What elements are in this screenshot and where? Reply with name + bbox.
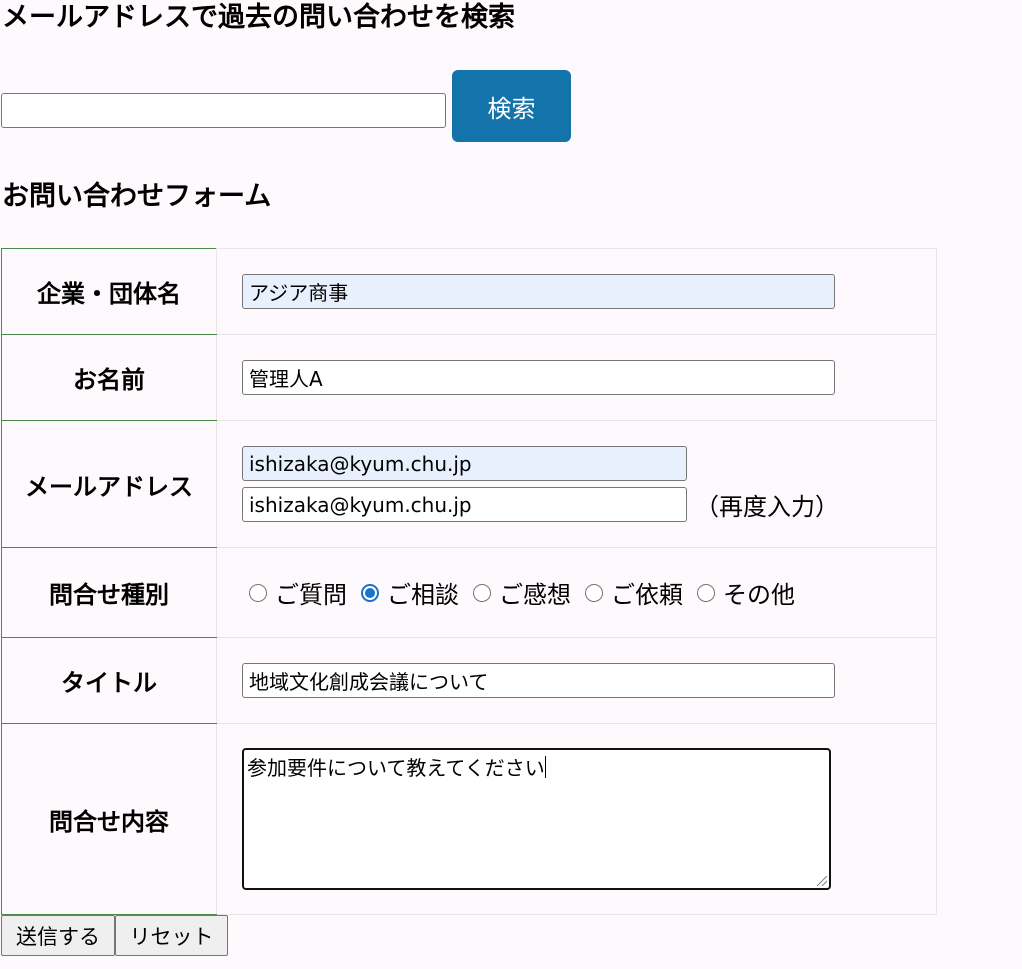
- email-input[interactable]: [242, 446, 687, 481]
- email-confirm-input[interactable]: [242, 487, 687, 522]
- radio-consultation[interactable]: [361, 583, 379, 602]
- radio-request-label: ご依頼: [611, 581, 683, 609]
- company-input[interactable]: [242, 274, 835, 309]
- type-option-consultation[interactable]: ご相談: [361, 575, 459, 610]
- company-label: 企業・団体名: [1, 248, 217, 335]
- search-button[interactable]: 検索: [452, 70, 571, 142]
- radio-feedback[interactable]: [473, 583, 491, 602]
- email-row: メールアドレス （再度入力）: [1, 420, 937, 548]
- radio-request[interactable]: [585, 583, 603, 602]
- submit-button[interactable]: 送信する: [1, 915, 115, 956]
- name-input[interactable]: [242, 360, 835, 395]
- type-option-request[interactable]: ご依頼: [585, 575, 683, 610]
- type-option-question[interactable]: ご質問: [249, 575, 347, 610]
- email-label: メールアドレス: [1, 420, 217, 548]
- email-cell: （再度入力）: [216, 420, 937, 548]
- search-email-input[interactable]: [1, 93, 446, 128]
- resize-grip-icon[interactable]: [817, 876, 827, 886]
- search-section-title: メールアドレスで過去の問い合わせを検索: [2, 2, 515, 33]
- name-cell: [216, 334, 937, 421]
- subject-cell: [216, 637, 937, 724]
- type-row: 問合せ種別 ご質問 ご相談 ご感想 ご依頼 その他: [1, 547, 937, 638]
- email-confirm-row: （再度入力）: [242, 487, 936, 522]
- form-title: お問い合わせフォーム: [2, 181, 272, 212]
- content-textarea[interactable]: 参加要件について教えてください: [242, 748, 831, 890]
- content-row: 問合せ内容 参加要件について教えてください: [1, 723, 937, 915]
- subject-row: タイトル: [1, 637, 937, 724]
- content-label: 問合せ内容: [1, 723, 217, 915]
- type-option-feedback[interactable]: ご感想: [473, 575, 571, 610]
- reset-button[interactable]: リセット: [115, 915, 228, 956]
- type-label: 問合せ種別: [1, 547, 217, 638]
- company-cell: [216, 248, 937, 335]
- email-confirm-note: （再度入力）: [695, 493, 839, 521]
- type-option-other[interactable]: その他: [697, 575, 795, 610]
- radio-other[interactable]: [697, 583, 715, 602]
- subject-label: タイトル: [1, 637, 217, 724]
- inquiry-form-table: 企業・団体名 お名前 メールアドレス （再度入力） 問合せ種別: [1, 248, 937, 915]
- form-buttons: 送信する リセット: [1, 915, 228, 956]
- content-cell: 参加要件について教えてください: [216, 723, 937, 915]
- type-cell: ご質問 ご相談 ご感想 ご依頼 その他: [216, 547, 937, 638]
- type-radio-group: ご質問 ご相談 ご感想 ご依頼 その他: [242, 575, 936, 610]
- email-input-row: [242, 446, 936, 481]
- radio-consultation-label: ご相談: [387, 581, 459, 609]
- radio-feedback-label: ご感想: [499, 581, 571, 609]
- name-label: お名前: [1, 334, 217, 421]
- text-caret: [544, 756, 546, 778]
- subject-input[interactable]: [242, 663, 835, 698]
- company-row: 企業・団体名: [1, 248, 937, 335]
- radio-question[interactable]: [249, 583, 267, 602]
- radio-question-label: ご質問: [275, 581, 347, 609]
- name-row: お名前: [1, 334, 937, 421]
- content-text: 参加要件について教えてください: [247, 756, 545, 780]
- radio-other-label: その他: [723, 581, 795, 609]
